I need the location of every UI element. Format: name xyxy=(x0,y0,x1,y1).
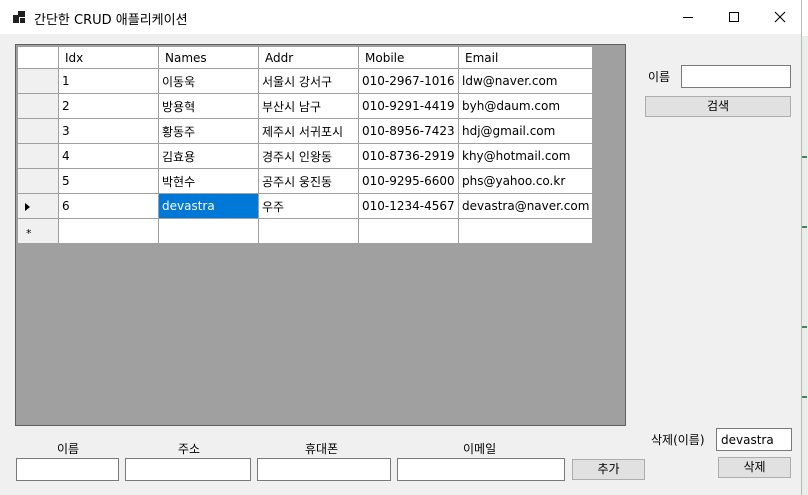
desktop-fragment xyxy=(802,396,807,398)
window-title: 간단한 CRUD 애플리케이션 xyxy=(34,13,188,28)
add-phone-label: 휴대폰 xyxy=(305,442,339,456)
cell-name[interactable]: 김효용 xyxy=(158,143,259,169)
row-header[interactable] xyxy=(17,118,59,144)
cell-idx[interactable]: 6 xyxy=(58,193,159,219)
column-header-email[interactable]: Email xyxy=(457,46,594,69)
cell-email[interactable]: hdj@gmail.com xyxy=(457,118,594,144)
cell-name-new[interactable] xyxy=(158,218,259,244)
delete-button[interactable]: 삭제 xyxy=(718,457,791,478)
column-header-mobile[interactable]: Mobile xyxy=(358,46,459,69)
table-row[interactable]: 2 방용혁 부산시 남구 010-9291-4419 byh@daum.com xyxy=(17,93,594,119)
close-button[interactable] xyxy=(757,0,803,34)
desktop-fragment xyxy=(802,226,807,228)
add-addr-label: 주소 xyxy=(178,442,201,456)
cell-email[interactable]: ldw@naver.com xyxy=(457,68,594,94)
cell-email[interactable]: devastra@naver.com xyxy=(457,193,594,219)
cell-addr[interactable]: 우주 xyxy=(258,193,359,219)
add-addr-input[interactable] xyxy=(125,458,251,481)
new-row-marker: * xyxy=(26,226,32,240)
cell-addr[interactable]: 경주시 인왕동 xyxy=(258,143,359,169)
main-window: 간단한 CRUD 애플리케이션 Idx Names Addr Mobile Em… xyxy=(0,0,802,495)
add-name-label: 이름 xyxy=(57,442,80,456)
delete-name-input[interactable] xyxy=(716,428,792,451)
grid-corner-header[interactable] xyxy=(17,46,59,69)
cell-email[interactable]: phs@yahoo.co.kr xyxy=(457,168,594,194)
table-row[interactable]: 5 박현수 공주시 웅진동 010-9295-6600 phs@yahoo.co… xyxy=(17,168,594,194)
cell-mobile[interactable]: 010-2967-1016 xyxy=(358,68,459,94)
cell-idx[interactable]: 5 xyxy=(58,168,159,194)
cell-idx-new[interactable] xyxy=(58,218,159,244)
add-phone-input[interactable] xyxy=(257,458,391,481)
add-name-input[interactable] xyxy=(16,458,119,481)
cell-idx[interactable]: 1 xyxy=(58,68,159,94)
row-header[interactable] xyxy=(17,143,59,169)
data-grid-table: Idx Names Addr Mobile Email 1 이동욱 서울시 강서… xyxy=(17,46,594,244)
cell-addr[interactable]: 제주시 서귀포시 xyxy=(258,118,359,144)
cell-addr[interactable]: 공주시 웅진동 xyxy=(258,168,359,194)
desktop-fragment xyxy=(802,156,807,158)
cell-addr-new[interactable] xyxy=(258,218,359,244)
cell-mobile[interactable]: 010-8956-7423 xyxy=(358,118,459,144)
desktop-background-right xyxy=(801,36,808,495)
search-name-label: 이름 xyxy=(648,70,671,84)
column-header-names[interactable]: Names xyxy=(158,46,259,69)
row-arrow-icon xyxy=(25,202,30,211)
cell-mobile[interactable]: 010-8736-2919 xyxy=(358,143,459,169)
cell-idx[interactable]: 4 xyxy=(58,143,159,169)
search-button[interactable]: 검색 xyxy=(645,96,791,117)
row-header-current[interactable] xyxy=(17,193,59,219)
add-email-label: 이메일 xyxy=(463,442,497,456)
row-header[interactable] xyxy=(17,168,59,194)
table-row[interactable]: 1 이동욱 서울시 강서구 010-2967-1016 ldw@naver.co… xyxy=(17,68,594,94)
cell-name[interactable]: 이동욱 xyxy=(158,68,259,94)
grid-header-row: Idx Names Addr Mobile Email xyxy=(17,46,594,69)
cell-idx[interactable]: 2 xyxy=(58,93,159,119)
search-name-input[interactable] xyxy=(681,65,791,88)
column-header-addr[interactable]: Addr xyxy=(258,46,359,69)
row-header[interactable] xyxy=(17,93,59,119)
cell-mobile[interactable]: 010-9295-6600 xyxy=(358,168,459,194)
row-header-new[interactable]: * xyxy=(17,218,59,244)
cell-mobile[interactable]: 010-1234-4567 xyxy=(358,193,459,219)
minimize-icon xyxy=(683,17,693,18)
cell-email[interactable]: byh@daum.com xyxy=(457,93,594,119)
add-button[interactable]: 추가 xyxy=(572,459,645,480)
cell-email-new[interactable] xyxy=(457,218,594,244)
cell-mobile[interactable]: 010-9291-4419 xyxy=(358,93,459,119)
data-grid[interactable]: Idx Names Addr Mobile Email 1 이동욱 서울시 강서… xyxy=(15,44,626,426)
minimize-button[interactable] xyxy=(665,0,711,34)
cell-email[interactable]: khy@hotmail.com xyxy=(457,143,594,169)
maximize-icon xyxy=(729,12,739,22)
table-row-new[interactable]: * xyxy=(17,218,594,244)
cell-addr[interactable]: 부산시 남구 xyxy=(258,93,359,119)
row-header[interactable] xyxy=(17,68,59,94)
table-row-current[interactable]: 6 devastra 우주 010-1234-4567 devastra@nav… xyxy=(17,193,594,219)
cell-addr[interactable]: 서울시 강서구 xyxy=(258,68,359,94)
maximize-button[interactable] xyxy=(711,0,757,34)
add-email-input[interactable] xyxy=(397,458,565,481)
cell-name[interactable]: 방용혁 xyxy=(158,93,259,119)
column-header-idx[interactable]: Idx xyxy=(58,46,159,69)
table-row[interactable]: 4 김효용 경주시 인왕동 010-8736-2919 khy@hotmail.… xyxy=(17,143,594,169)
delete-name-label: 삭제(이름) xyxy=(651,433,705,447)
cell-name[interactable]: 박현수 xyxy=(158,168,259,194)
app-window-icon xyxy=(13,11,25,23)
title-bar[interactable]: 간단한 CRUD 애플리케이션 xyxy=(0,0,801,34)
cell-idx[interactable]: 3 xyxy=(58,118,159,144)
cell-name-selected[interactable]: devastra xyxy=(158,193,259,219)
close-icon xyxy=(774,11,786,23)
cell-name[interactable]: 황동주 xyxy=(158,118,259,144)
cell-mobile-new[interactable] xyxy=(358,218,459,244)
table-row[interactable]: 3 황동주 제주시 서귀포시 010-8956-7423 hdj@gmail.c… xyxy=(17,118,594,144)
desktop-fragment xyxy=(802,326,807,328)
